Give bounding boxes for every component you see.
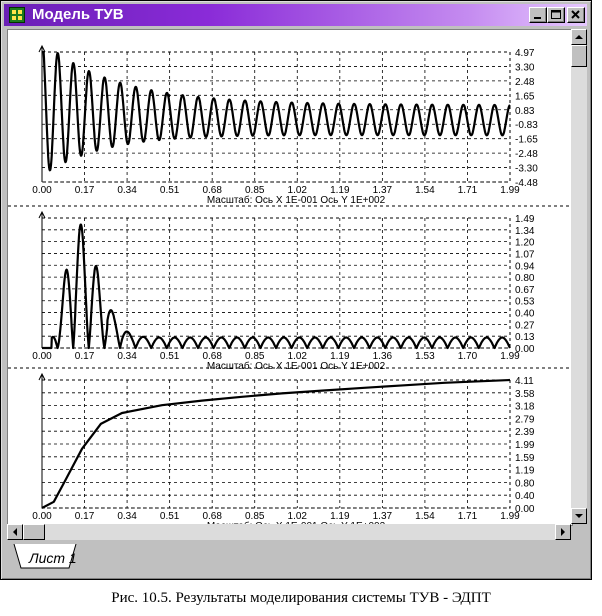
chart-1-y-tick-label: 2.48: [515, 77, 535, 88]
horizontal-scrollbar[interactable]: [7, 524, 571, 540]
chart-1-frame: [41, 51, 511, 183]
window-title: Модель ТУВ: [32, 6, 124, 23]
chart-3-x-tick-label: 0.51: [160, 511, 180, 522]
minimize-icon: [534, 17, 541, 19]
chart-1-x-tick-label: 1.71: [458, 185, 478, 196]
maximize-button[interactable]: [547, 7, 565, 23]
chart-2-y-tick-label: 0.67: [515, 285, 535, 296]
minimize-button[interactable]: [529, 7, 547, 23]
chart-2-y-tick-label: 0.80: [515, 273, 535, 284]
arrow-right-icon: [561, 528, 565, 536]
chart-1-y-tick-label: -2.48: [515, 149, 538, 160]
chart-2-y-tick-label: 1.34: [515, 226, 535, 237]
chart-area: 0.00 0.17 0.34 0.51 0.68 0.85 1.02 1.19 1.37 1.54…: [7, 29, 573, 526]
chart-3-y-tick-label: 0.40: [515, 491, 535, 502]
chart-3-y-tick-label: 3.58: [515, 389, 535, 400]
chart-3-y-tick-label: 1.99: [515, 440, 535, 451]
arrow-left-icon: [13, 528, 17, 536]
tab-label: Лист 1: [29, 550, 77, 566]
chart-3-x-tick-label: 0.34: [117, 511, 137, 522]
chart-2-trace: [41, 223, 511, 350]
chart-1-y-tick-label: 1.65: [515, 91, 535, 102]
chart-1-x-tick-label: 0.00: [32, 185, 52, 196]
chart-1-y-tick-label: 4.97: [515, 48, 535, 59]
chart-3-y-tick-label: 4.11: [515, 376, 534, 387]
chart-2-y-tick-label: 0.27: [515, 320, 535, 331]
chart-1-y-tick-label: -0.83: [515, 120, 538, 131]
close-button[interactable]: [567, 7, 585, 23]
close-icon: [571, 10, 580, 19]
chart-1-y-tick-label: -3.30: [515, 164, 538, 175]
chart-1-y-tick-label: 0.83: [515, 106, 535, 117]
chart-2-x-tick-label: 1.70: [458, 351, 478, 362]
sheet-tab-strip: Лист 1: [7, 542, 587, 574]
chart-1-y-tick-label: -4.48: [515, 178, 538, 189]
chart-2-y-tick-label: 1.07: [515, 249, 535, 260]
chart-2-y-tick-label: 0.00: [515, 344, 535, 355]
chart-3-y-tick-label: 2.39: [515, 427, 535, 438]
chart-3-y-tick-label: 1.59: [515, 453, 535, 464]
chart-3-y-tick-label: 0.80: [515, 478, 535, 489]
chart-3-y-tick-label: 0.00: [515, 504, 535, 515]
scroll-down-button[interactable]: [571, 508, 587, 524]
title-bar[interactable]: Модель ТУВ: [4, 4, 587, 26]
chart-2-x-tick-label: 0.17: [75, 351, 95, 362]
scroll-right-button[interactable]: [555, 524, 571, 540]
chart-1-x-tick-label: 0.34: [117, 185, 137, 196]
chart-3-x-tick-label: 1.71: [458, 511, 478, 522]
chart-1-x-tick-label: 1.54: [415, 185, 435, 196]
chart-2-y-tick-label: 1.20: [515, 238, 535, 249]
figure-caption: Рис. 10.5. Результаты моделирования сист…: [111, 590, 491, 606]
chart-2-frame: [41, 217, 511, 349]
arrow-up-icon: [575, 35, 583, 39]
chart-3-x-tick-label: 0.00: [32, 511, 52, 522]
app-icon: [9, 7, 25, 23]
charts-svg: 0.00 0.17 0.34 0.51 0.68 0.85 1.02 1.19 1.37 1.54…: [8, 44, 572, 525]
chart-3-x-tick-label: 0.17: [75, 511, 95, 522]
chart-2-scale-note: Масштаб: Ось X 1E-001 Ось Y 1E+002: [207, 360, 386, 372]
chart-3-y-tick-label: 3.18: [515, 402, 535, 413]
chart-2-y-tick-label: 1.49: [515, 214, 535, 225]
chart-1-scale-note: Масштаб: Ось X 1E-001 Ось Y 1E+002: [207, 194, 386, 206]
chart-1-x-tick-label: 0.51: [160, 185, 180, 196]
chart-2-x-tick-label: 1.53: [415, 351, 435, 362]
chart-1-y-tick-label: -1.65: [515, 135, 538, 146]
vertical-scroll-thumb[interactable]: [571, 45, 587, 67]
chart-2-x-tick-label: 0.00: [32, 351, 52, 362]
tab-sheet-1[interactable]: Лист 1: [13, 544, 77, 570]
vertical-scrollbar[interactable]: [571, 29, 587, 524]
chart-2-y-tick-label: 0.53: [515, 297, 535, 308]
chart-2-x-tick-label: 0.34: [117, 351, 137, 362]
chart-1-x-tick-label: 0.17: [75, 185, 95, 196]
chart-2-x-tick-label: 0.51: [160, 351, 180, 362]
chart-2-y-tick-label: 0.40: [515, 309, 535, 320]
chart-1-trace: [41, 50, 511, 172]
chart-3-x-tick-label: 1.54: [415, 511, 435, 522]
arrow-down-icon: [575, 514, 583, 518]
maximize-icon: [551, 10, 561, 19]
horizontal-scroll-thumb[interactable]: [23, 524, 45, 540]
chart-3-y-tick-label: 2.79: [515, 414, 535, 425]
chart-1-y-tick-label: 3.30: [515, 62, 535, 73]
scroll-up-button[interactable]: [571, 29, 587, 45]
chart-3-y-tick-label: 1.19: [515, 466, 535, 477]
application-window: Модель ТУВ 0.00 0.17 0.34 0.51 0.68 0.85 1.02 1…: [0, 0, 592, 580]
chart-2-y-tick-label: 0.94: [515, 261, 535, 272]
scroll-left-button[interactable]: [7, 524, 23, 540]
chart-2-y-tick-label: 0.13: [515, 332, 535, 343]
